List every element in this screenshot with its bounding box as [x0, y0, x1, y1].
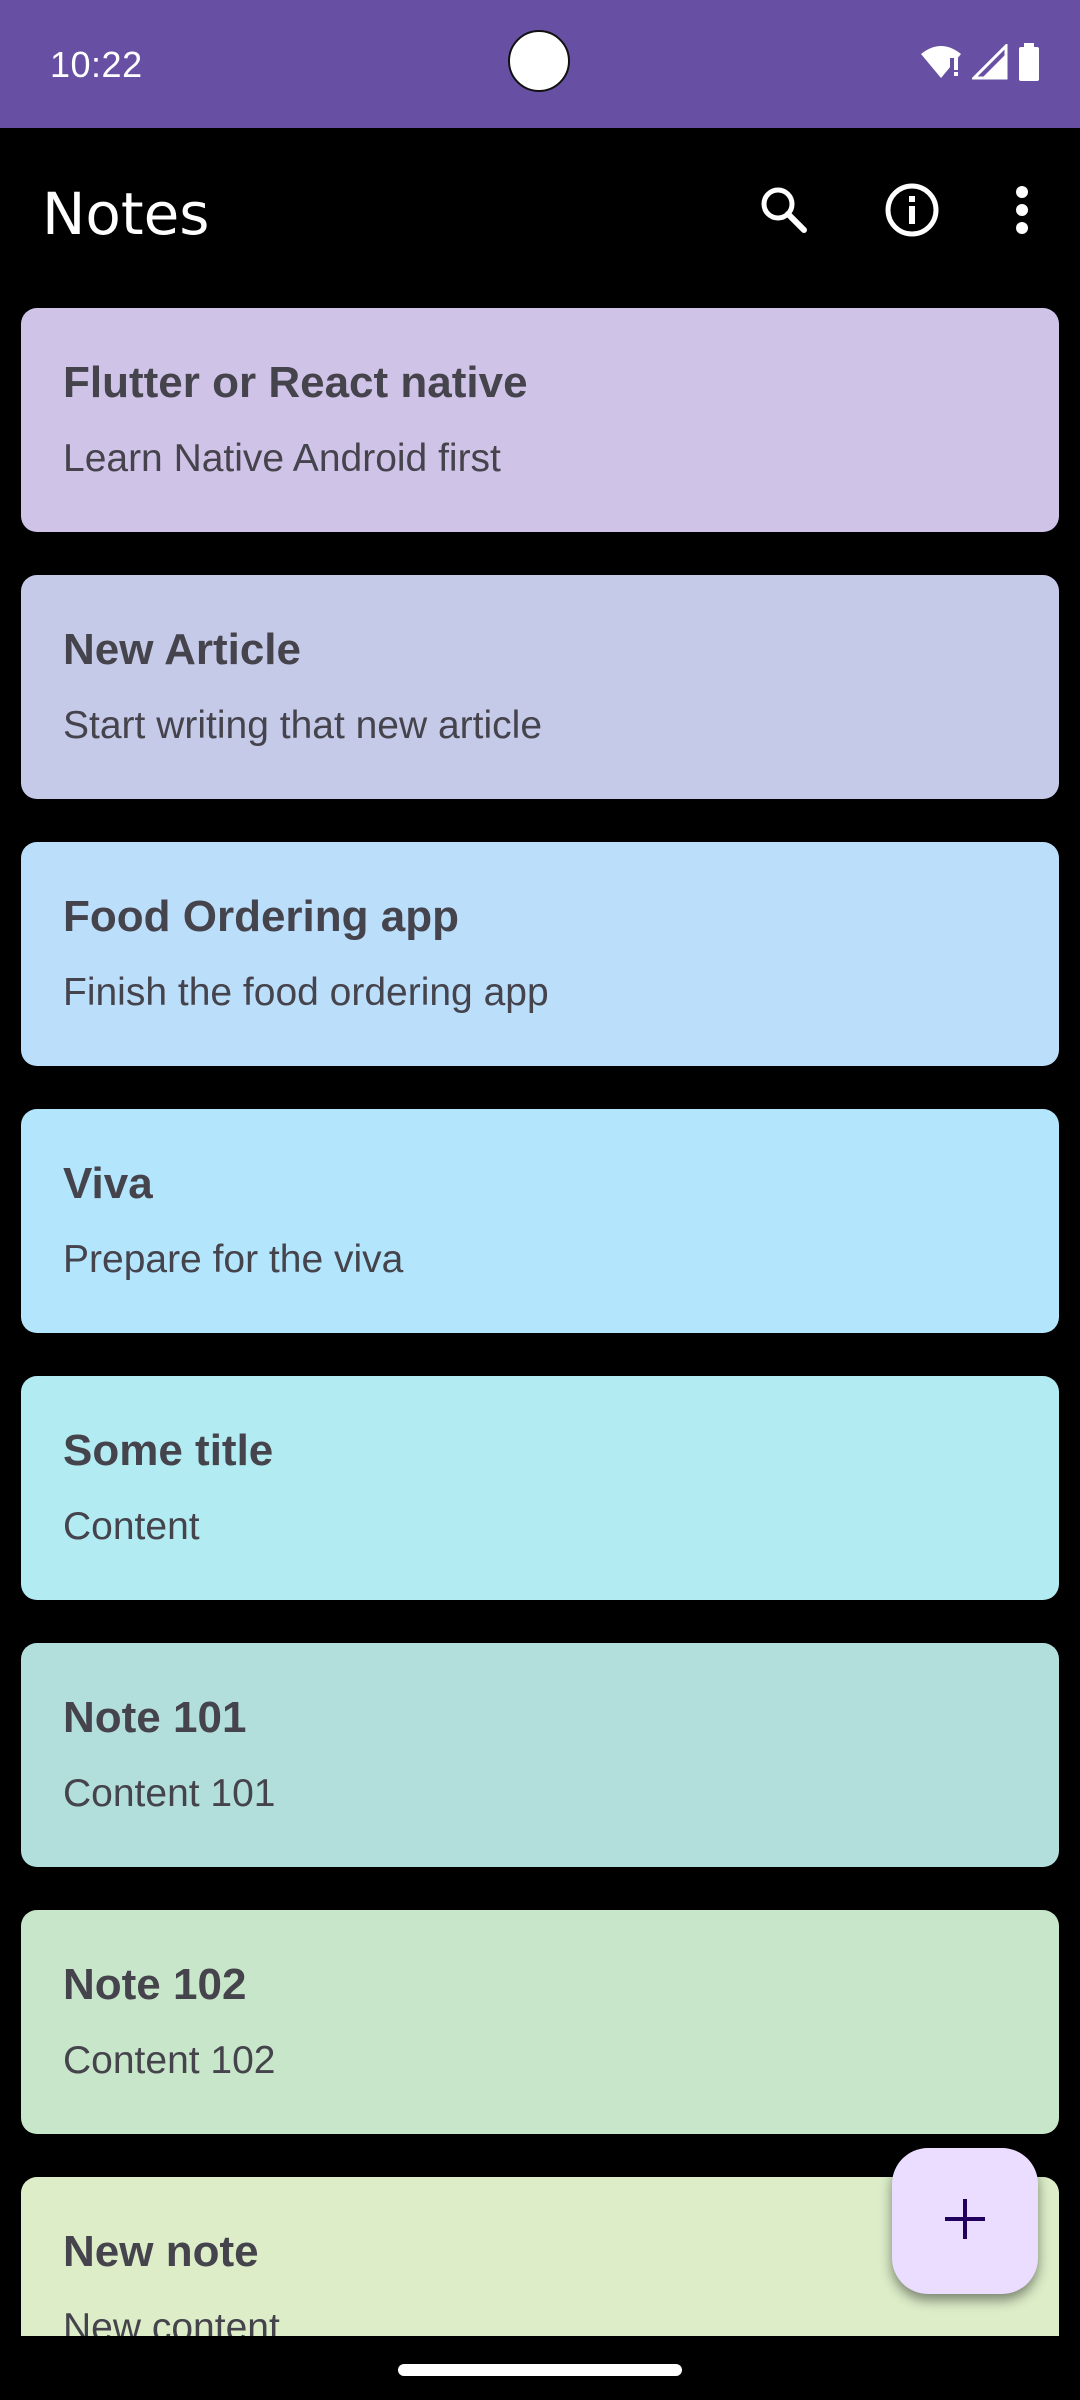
more-options-button[interactable] — [980, 170, 1064, 254]
note-title: Some title — [63, 1426, 274, 1475]
note-content: Finish the food ordering app — [63, 971, 549, 1014]
note-title: Food Ordering app — [63, 892, 459, 941]
info-icon — [884, 182, 940, 243]
note-title: New note — [63, 2227, 259, 2276]
add-note-button[interactable] — [892, 2148, 1038, 2294]
status-icons — [920, 41, 1040, 86]
note-card[interactable]: Note 102 Content 102 — [21, 1910, 1059, 2134]
battery-icon — [1018, 42, 1040, 86]
note-content: Content — [63, 1505, 200, 1548]
navigation-bar — [0, 2336, 1080, 2400]
gesture-handle[interactable] — [398, 2364, 682, 2376]
search-icon — [758, 184, 810, 241]
notes-list[interactable]: Flutter or React native Learn Native And… — [21, 308, 1059, 2336]
more-vert-icon — [1014, 184, 1030, 241]
camera-cutout — [508, 30, 570, 92]
info-button[interactable] — [870, 170, 954, 254]
search-button[interactable] — [742, 170, 826, 254]
status-bar: 10:22 — [0, 0, 1080, 128]
note-content: Content 102 — [63, 2039, 276, 2082]
note-content: New content — [63, 2306, 280, 2336]
page-title: Notes — [42, 180, 210, 248]
note-title: Viva — [63, 1159, 153, 1208]
note-content: Learn Native Android first — [63, 437, 501, 480]
note-card[interactable]: Food Ordering app Finish the food orderi… — [21, 842, 1059, 1066]
note-content: Content 101 — [63, 1772, 276, 1815]
note-card[interactable]: Note 101 Content 101 — [21, 1643, 1059, 1867]
note-card[interactable]: Flutter or React native Learn Native And… — [21, 308, 1059, 532]
note-title: New Article — [63, 625, 302, 674]
note-content: Start writing that new article — [63, 704, 543, 747]
note-title: Note 101 — [63, 1693, 247, 1742]
add-icon — [943, 2197, 987, 2246]
signal-icon — [970, 41, 1008, 85]
status-time: 10:22 — [50, 44, 143, 85]
note-card[interactable]: Some title Content — [21, 1376, 1059, 1600]
note-title: Note 102 — [63, 1960, 247, 2009]
note-card[interactable]: New Article Start writing that new artic… — [21, 575, 1059, 799]
app-bar: Notes — [0, 128, 1080, 298]
note-content: Prepare for the viva — [63, 1238, 404, 1281]
note-card[interactable]: Viva Prepare for the viva — [21, 1109, 1059, 1333]
wifi-icon — [920, 44, 962, 85]
note-title: Flutter or React native — [63, 358, 528, 407]
